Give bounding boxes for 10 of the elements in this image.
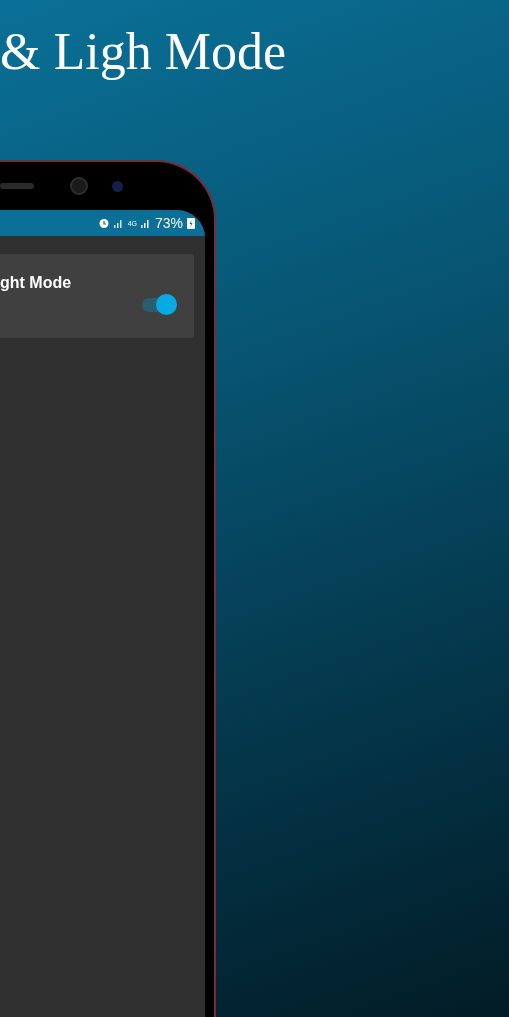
signal-icon (140, 218, 151, 228)
signal-icon (113, 218, 124, 228)
battery-icon (187, 217, 195, 229)
page-heading: & Ligh Mode (0, 23, 286, 80)
camera-icon (70, 177, 88, 195)
sensor-icon (112, 180, 123, 192)
setting-label: ght Mode (0, 273, 73, 293)
battery-percentage: 73% (154, 216, 183, 230)
speaker-grille (0, 183, 34, 189)
alarm-icon (97, 217, 110, 229)
